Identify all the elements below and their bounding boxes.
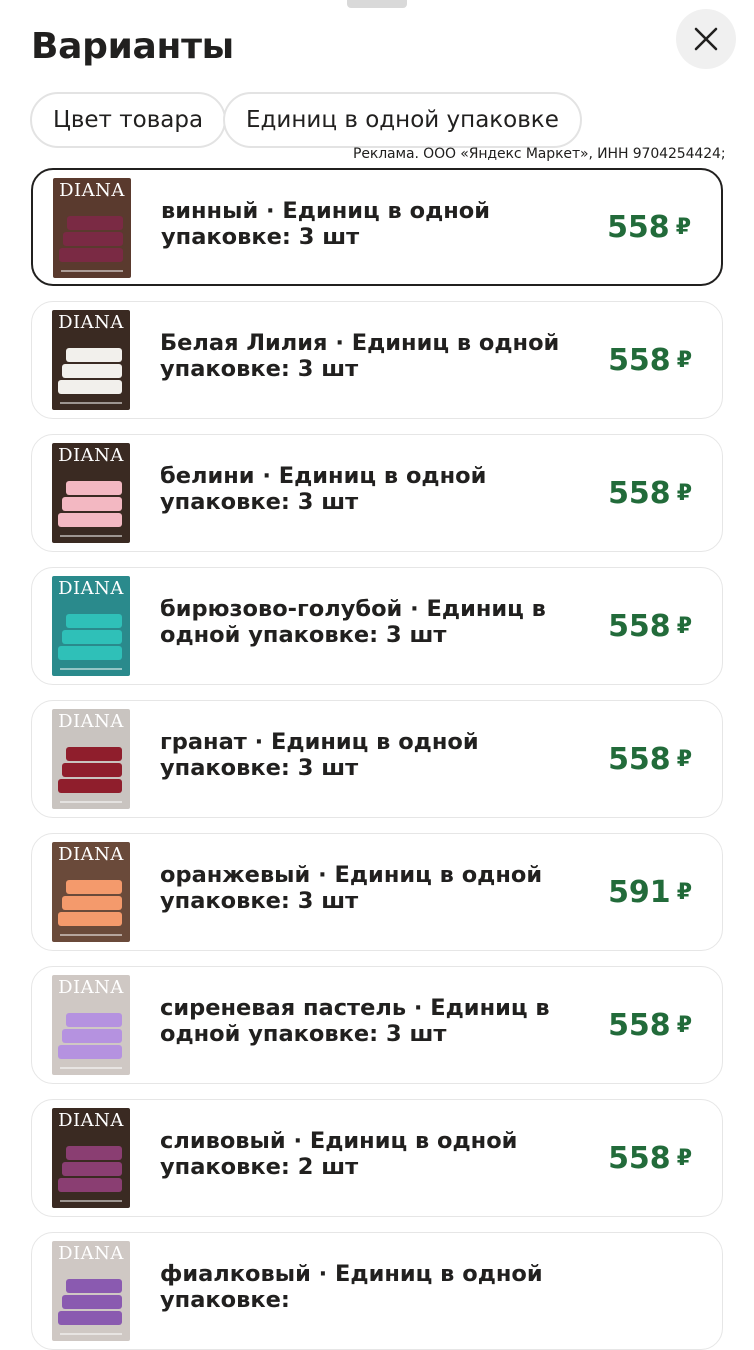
variant-title: винный · Единиц в одной упаковке: 3 шт — [161, 198, 491, 250]
variant-card[interactable]: DIANA сиреневая пастель · Единиц в одной … — [31, 966, 723, 1084]
currency-symbol: ₽ — [676, 1145, 692, 1171]
variant-title: гранат · Единиц в одной упаковке: 3 шт — [160, 729, 479, 781]
variant-thumbnail: DIANA — [52, 842, 130, 942]
towel-shape — [63, 232, 123, 246]
towel-shape — [62, 763, 122, 777]
price-amount: 558 — [608, 475, 671, 511]
variant-price: 591 ₽ — [608, 834, 692, 950]
thumbnail-brand-text: DIANA — [58, 711, 124, 732]
towel-shape — [58, 513, 122, 527]
price-amount: 558 — [608, 1007, 671, 1043]
variant-price: 558 ₽ — [608, 967, 692, 1083]
variant-price: 558 ₽ — [607, 170, 691, 284]
towel-shape — [66, 1279, 122, 1293]
variant-title: оранжевый · Единиц в одной упаковке: 3 ш… — [160, 862, 543, 914]
variant-card[interactable]: DIANA Белая Лилия · Единиц в одной упаков… — [31, 301, 723, 419]
towel-shape — [62, 364, 122, 378]
variant-title: сливовый · Единиц в одной упаковке: 2 шт — [160, 1128, 518, 1180]
variant-thumbnail: DIANA — [52, 310, 130, 410]
towel-shape — [62, 1162, 122, 1176]
variant-price: 558 ₽ — [608, 568, 692, 684]
variant-price: 558 ₽ — [608, 302, 692, 418]
thumbnail-brand-text: DIANA — [58, 844, 124, 865]
towel-shape — [62, 1029, 122, 1043]
thumbnail-caption — [61, 270, 123, 272]
currency-symbol: ₽ — [676, 1012, 692, 1038]
towel-shape — [58, 1311, 122, 1325]
currency-symbol: ₽ — [675, 214, 691, 240]
variant-card[interactable]: DIANA фиалковый · Единиц в одной упаковке… — [31, 1232, 723, 1350]
variant-list: DIANA винный · Единиц в одной упаковке: 3… — [0, 0, 754, 1350]
thumbnail-brand-text: DIANA — [58, 445, 124, 466]
towel-shape — [66, 747, 122, 761]
currency-symbol: ₽ — [676, 746, 692, 772]
price-amount: 558 — [608, 608, 671, 644]
thumbnail-brand-text: DIANA — [58, 312, 124, 333]
variant-thumbnail: DIANA — [52, 1108, 130, 1208]
towel-shape — [66, 614, 122, 628]
variant-card[interactable]: DIANA бирюзово-голубой · Единиц в одной у… — [31, 567, 723, 685]
thumbnail-caption — [60, 1333, 122, 1335]
thumbnail-caption — [60, 535, 122, 537]
price-amount: 558 — [608, 342, 671, 378]
variant-title: Белая Лилия · Единиц в одной упаковке: 3… — [160, 330, 560, 382]
thumbnail-caption — [60, 1067, 122, 1069]
towel-shape — [66, 481, 122, 495]
variant-title: фиалковый · Единиц в одной упаковке: — [160, 1261, 543, 1313]
price-amount: 558 — [608, 1140, 671, 1176]
variant-title: сиреневая пастель · Единиц в одной упако… — [160, 995, 550, 1047]
variant-card[interactable]: DIANA гранат · Единиц в одной упаковке: 3… — [31, 700, 723, 818]
towel-shape — [62, 896, 122, 910]
currency-symbol: ₽ — [676, 480, 692, 506]
variant-title: белини · Единиц в одной упаковке: 3 шт — [160, 463, 487, 515]
thumbnail-caption — [60, 801, 122, 803]
variant-price: 558 ₽ — [608, 1100, 692, 1216]
towel-shape — [58, 646, 122, 660]
towel-shape — [62, 630, 122, 644]
currency-symbol: ₽ — [676, 613, 692, 639]
currency-symbol: ₽ — [676, 879, 692, 905]
variant-price: 558 ₽ — [608, 435, 692, 551]
towel-shape — [62, 1295, 122, 1309]
thumbnail-brand-text: DIANA — [58, 977, 124, 998]
thumbnail-brand-text: DIANA — [59, 180, 125, 201]
thumbnail-caption — [60, 668, 122, 670]
towel-shape — [66, 1146, 122, 1160]
variant-price: 558 ₽ — [608, 701, 692, 817]
variant-thumbnail: DIANA — [52, 576, 130, 676]
towel-shape — [58, 1045, 122, 1059]
towel-shape — [66, 880, 122, 894]
thumbnail-brand-text: DIANA — [58, 1110, 124, 1131]
currency-symbol: ₽ — [676, 347, 692, 373]
thumbnail-brand-text: DIANA — [58, 578, 124, 599]
thumbnail-caption — [60, 1200, 122, 1202]
thumbnail-brand-text: DIANA — [58, 1243, 124, 1264]
towel-shape — [58, 380, 122, 394]
variant-thumbnail: DIANA — [52, 1241, 130, 1341]
price-amount: 558 — [608, 741, 671, 777]
variant-card[interactable]: DIANA сливовый · Единиц в одной упаковке:… — [31, 1099, 723, 1217]
towel-shape — [58, 1178, 122, 1192]
towel-shape — [58, 912, 122, 926]
variant-card[interactable]: DIANA винный · Единиц в одной упаковке: 3… — [31, 168, 723, 286]
thumbnail-caption — [60, 402, 122, 404]
variant-title: бирюзово-голубой · Единиц в одной упаков… — [160, 596, 546, 648]
variant-card[interactable]: DIANA белини · Единиц в одной упаковке: 3… — [31, 434, 723, 552]
towel-shape — [58, 779, 122, 793]
towel-shape — [59, 248, 123, 262]
variant-thumbnail: DIANA — [52, 709, 130, 809]
price-amount: 591 — [608, 874, 671, 910]
towel-shape — [62, 497, 122, 511]
towel-shape — [67, 216, 123, 230]
variant-thumbnail: DIANA — [52, 443, 130, 543]
variant-card[interactable]: DIANA оранжевый · Единиц в одной упаковке… — [31, 833, 723, 951]
towel-shape — [66, 348, 122, 362]
towel-shape — [66, 1013, 122, 1027]
price-amount: 558 — [607, 209, 670, 245]
thumbnail-caption — [60, 934, 122, 936]
variant-thumbnail: DIANA — [53, 178, 131, 278]
variant-thumbnail: DIANA — [52, 975, 130, 1075]
